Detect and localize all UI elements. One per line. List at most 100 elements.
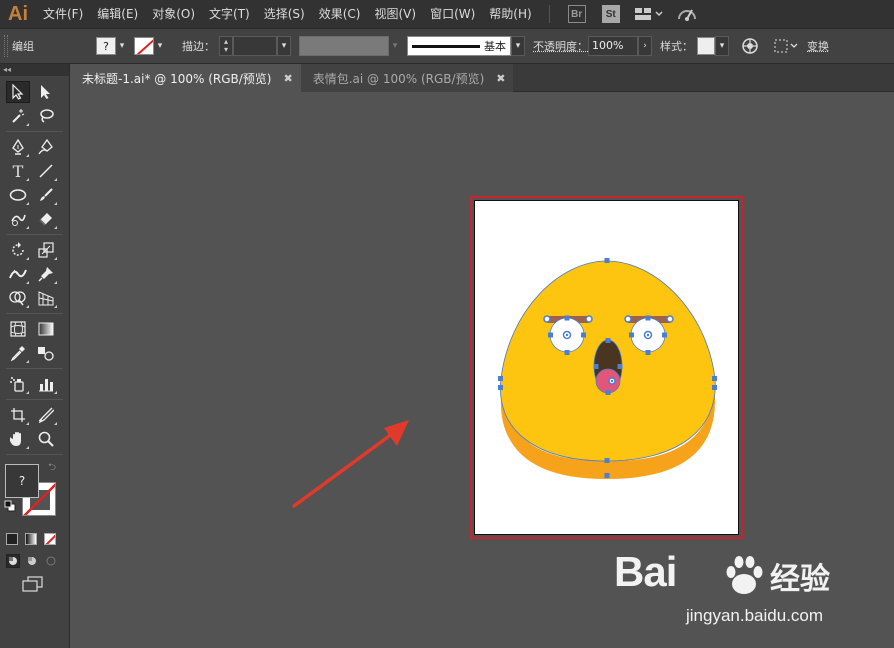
- selection-tool-icon[interactable]: [6, 81, 30, 103]
- tools-separator: [6, 131, 63, 132]
- menu-separator: [548, 5, 550, 23]
- gradient-mode-icon[interactable]: [25, 533, 37, 545]
- profile-dropdown-icon[interactable]: ▾: [389, 37, 401, 55]
- symbol-sprayer-tool-icon[interactable]: [6, 373, 30, 395]
- shaper-tool-icon[interactable]: [6, 208, 30, 230]
- anchor-handle: [543, 315, 551, 323]
- opacity-input[interactable]: 100%: [588, 36, 638, 56]
- fill-swatch[interactable]: ?: [5, 464, 39, 498]
- direct-selection-tool-icon[interactable]: [34, 81, 58, 103]
- transform-link[interactable]: 变换: [807, 38, 829, 54]
- slice-tool-icon[interactable]: [34, 404, 58, 426]
- brush-definition[interactable]: 基本: [407, 36, 511, 56]
- stroke-dropdown-icon[interactable]: ▾: [154, 37, 166, 55]
- scale-tool-icon[interactable]: [34, 239, 58, 261]
- align-to-icon[interactable]: [773, 38, 799, 54]
- menu-effect[interactable]: 效果(C): [312, 0, 368, 28]
- gradient-tool-icon[interactable]: [34, 318, 58, 340]
- menu-window[interactable]: 窗口(W): [423, 0, 482, 28]
- puppet-warp-tool-icon[interactable]: [34, 263, 58, 285]
- menu-help[interactable]: 帮助(H): [482, 0, 538, 28]
- column-graph-tool-icon[interactable]: [34, 373, 58, 395]
- selection-type-label: 编组: [12, 40, 34, 53]
- shape-builder-tool-icon[interactable]: [6, 287, 30, 309]
- panel-grip[interactable]: [4, 35, 8, 57]
- anchor-handle: [624, 315, 632, 323]
- tools-separator: [6, 454, 63, 455]
- draw-normal-icon[interactable]: [6, 554, 20, 568]
- default-fill-stroke-icon[interactable]: [4, 500, 16, 512]
- stroke-color-swatch[interactable]: [134, 37, 154, 55]
- close-icon[interactable]: ✖: [284, 72, 293, 85]
- anchor-point: [548, 332, 553, 338]
- eraser-tool-icon[interactable]: [34, 208, 58, 230]
- graphic-style-dropdown-icon[interactable]: ▾: [715, 36, 729, 56]
- line-segment-tool-icon[interactable]: [34, 160, 58, 182]
- close-icon[interactable]: ✖: [496, 72, 505, 85]
- swap-fill-stroke-icon[interactable]: ⮌: [48, 460, 56, 477]
- fill-color-swatch[interactable]: ?: [96, 37, 116, 55]
- fill-dropdown-icon[interactable]: ▾: [116, 37, 128, 55]
- screen-mode-icon[interactable]: [22, 576, 44, 592]
- opacity-label[interactable]: 不透明度：: [533, 38, 588, 54]
- anchor-point: [498, 376, 503, 381]
- anchor-point: [629, 332, 634, 338]
- anchor-point: [617, 364, 623, 369]
- perspective-grid-tool-icon[interactable]: [34, 287, 58, 309]
- lasso-tool-icon[interactable]: [34, 105, 58, 127]
- center-mark: [565, 333, 569, 337]
- mesh-tool-icon[interactable]: [6, 318, 30, 340]
- tab-untitled-1[interactable]: 未标题-1.ai* @ 100% (RGB/预览) ✖: [70, 64, 301, 92]
- recolor-artwork-icon[interactable]: [741, 37, 759, 55]
- tools-separator: [6, 234, 63, 235]
- width-tool-icon[interactable]: [6, 263, 30, 285]
- stroke-weight-dropdown-icon[interactable]: ▾: [277, 36, 291, 56]
- blend-tool-icon[interactable]: [34, 342, 58, 364]
- paintbrush-tool-icon[interactable]: [34, 184, 58, 206]
- artboard[interactable]: [474, 200, 739, 535]
- draw-behind-icon[interactable]: [25, 554, 39, 568]
- color-mode-icon[interactable]: [6, 533, 18, 545]
- stroke-weight-stepper[interactable]: ▴ ▾: [219, 36, 233, 56]
- anchor-point: [662, 332, 667, 338]
- menu-file[interactable]: 文件(F): [36, 0, 90, 28]
- brush-dropdown-icon[interactable]: ▾: [511, 36, 525, 56]
- opacity-arrow-icon[interactable]: ›: [638, 36, 652, 56]
- gpu-performance-icon[interactable]: [676, 5, 698, 23]
- tongue: [595, 368, 621, 394]
- hand-tool-icon[interactable]: [6, 428, 30, 450]
- anchor-point: [712, 385, 717, 390]
- tools-panel-collapse[interactable]: ◂◂: [0, 64, 69, 76]
- menu-edit[interactable]: 编辑(E): [90, 0, 145, 28]
- graphic-style-swatch[interactable]: [697, 37, 715, 55]
- emoji-artwork[interactable]: [475, 201, 740, 536]
- zoom-tool-icon[interactable]: [34, 428, 58, 450]
- eyedropper-tool-icon[interactable]: [6, 342, 30, 364]
- canvas-area[interactable]: [70, 92, 894, 648]
- anchor-point: [604, 458, 610, 463]
- draw-inside-icon[interactable]: [44, 554, 58, 568]
- anchor-point: [645, 315, 651, 321]
- magic-wand-tool-icon[interactable]: [6, 105, 30, 127]
- tab-label: 表情包.ai @ 100% (RGB/预览): [312, 71, 485, 86]
- menu-view[interactable]: 视图(V): [367, 0, 423, 28]
- menu-object[interactable]: 对象(O): [145, 0, 202, 28]
- anchor-point: [712, 376, 717, 381]
- menu-select[interactable]: 选择(S): [257, 0, 312, 28]
- type-tool-icon[interactable]: T: [6, 160, 30, 182]
- stock-button[interactable]: St: [601, 5, 620, 23]
- curvature-tool-icon[interactable]: [34, 136, 58, 158]
- tab-emoji-pack[interactable]: 表情包.ai @ 100% (RGB/预览) ✖: [300, 64, 514, 92]
- bridge-button[interactable]: Br: [567, 5, 586, 23]
- pen-tool-icon[interactable]: [6, 136, 30, 158]
- artboard-tool-icon[interactable]: [6, 404, 30, 426]
- anchor-handle: [666, 315, 674, 323]
- annotation-arrow: [292, 420, 409, 508]
- none-mode-icon[interactable]: [44, 533, 56, 545]
- rotate-tool-icon[interactable]: [6, 239, 30, 261]
- workspace-layout-icon[interactable]: [634, 6, 664, 22]
- stroke-weight-field[interactable]: [233, 36, 277, 56]
- variable-width-profile[interactable]: [299, 36, 389, 56]
- ellipse-tool-icon[interactable]: [6, 184, 30, 206]
- menu-type[interactable]: 文字(T): [202, 0, 257, 28]
